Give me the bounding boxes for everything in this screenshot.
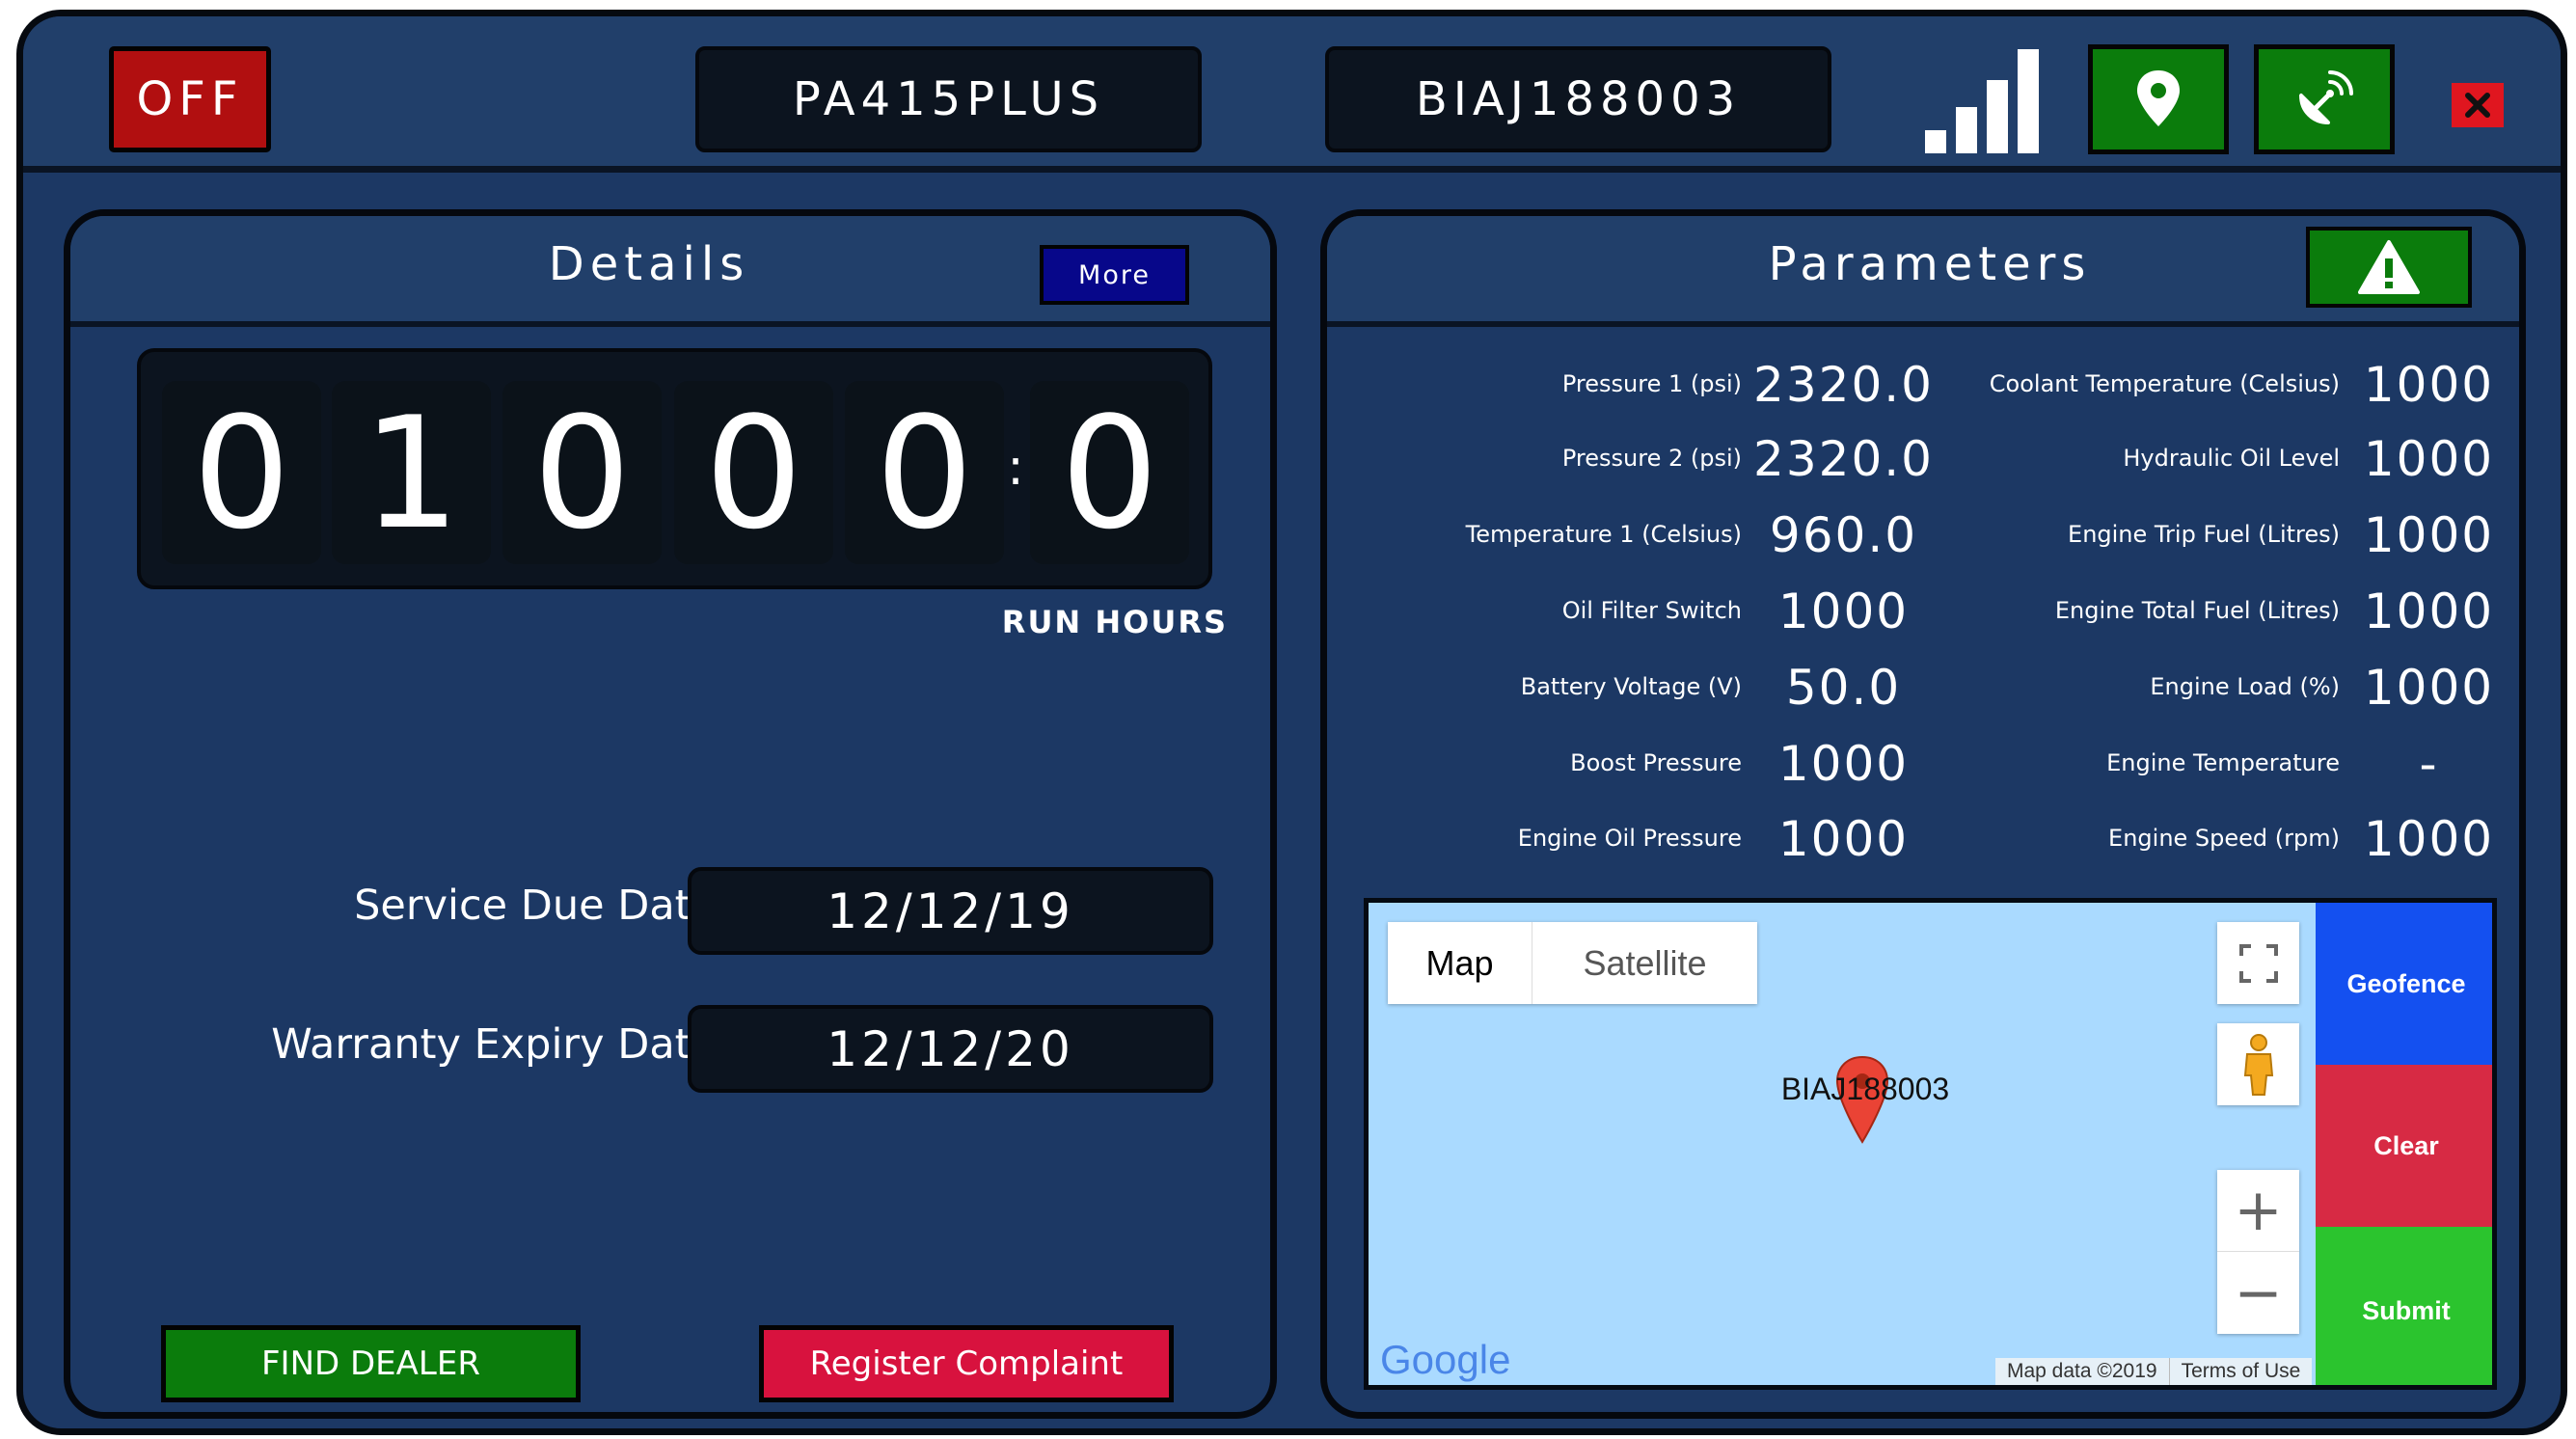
run-hours-digit: 0 [1030, 381, 1189, 564]
details-panel: Details More 0 1 0 0 0 : 0 RUN HOURS Ser… [64, 209, 1277, 1419]
run-hours-digit: 0 [162, 381, 321, 564]
param-value: 1000 [1777, 584, 1910, 639]
run-hours-counter: 0 1 0 0 0 : 0 [137, 348, 1212, 589]
parameters-title: Parameters [1768, 237, 2092, 291]
param-label: Oil Filter Switch [1561, 597, 1742, 624]
run-hours-digit: 0 [674, 381, 833, 564]
run-hours-digit: 0 [502, 381, 662, 564]
param-label: Engine Speed (rpm) [2108, 825, 2340, 852]
param-label: Engine Temperature [2106, 749, 2340, 776]
street-view-button[interactable] [2217, 1023, 2299, 1105]
map-data-text: Map data ©2019 [2007, 1360, 2157, 1382]
zoom-out-button[interactable]: − [2217, 1252, 2299, 1334]
satellite-dish-icon [2299, 70, 2353, 124]
param-value: 1000 [2363, 507, 2495, 563]
param-value: 2320.0 [1753, 357, 1934, 413]
satellite-button[interactable] [2254, 44, 2395, 154]
details-header: Details More [70, 216, 1270, 327]
map-view[interactable]: Map Satellite + − BIAJ188003 Google Map … [1364, 898, 2497, 1390]
param-value: 50.0 [1785, 660, 1902, 716]
param-value: 1000 [2363, 431, 2495, 487]
map-attribution: Map data ©2019 Terms of Use [1995, 1358, 2313, 1385]
satellite-tab[interactable]: Satellite [1532, 922, 1757, 1004]
param-label: Pressure 2 (psi) [1561, 445, 1742, 472]
digit-separator: : [1007, 439, 1024, 497]
param-label: Pressure 1 (psi) [1561, 370, 1742, 397]
param-value: 960.0 [1769, 507, 1918, 563]
power-off-button[interactable]: OFF [109, 46, 271, 152]
service-due-label: Service Due Date [354, 882, 717, 930]
param-value: 1000 [2363, 357, 2495, 413]
google-logo: Google [1380, 1337, 1511, 1382]
location-pin-icon [2137, 70, 2180, 126]
signal-icon [1923, 45, 2039, 153]
warning-icon [2358, 240, 2420, 294]
clear-button[interactable]: Clear [2316, 1065, 2492, 1227]
run-hours-label: RUN HOURS [1001, 604, 1228, 640]
service-due-value: 12/12/19 [688, 867, 1213, 955]
param-value: 1000 [2363, 584, 2495, 639]
run-hours-digit: 0 [845, 381, 1004, 564]
submit-button[interactable]: Submit [2316, 1227, 2492, 1385]
alert-button[interactable] [2306, 227, 2472, 308]
param-label: Engine Oil Pressure [1517, 825, 1742, 852]
param-label: Hydraulic Oil Level [2123, 445, 2340, 472]
location-button[interactable] [2088, 44, 2229, 154]
fullscreen-button[interactable] [2217, 922, 2299, 1004]
warranty-expiry-label: Warranty Expiry Date [271, 1020, 717, 1069]
map-type-toggle: Map Satellite [1388, 922, 1757, 1004]
run-hours-digit: 1 [332, 381, 491, 564]
geofence-button[interactable]: Geofence [2316, 903, 2492, 1065]
param-value: 1000 [1777, 811, 1910, 867]
param-label: Boost Pressure [1570, 749, 1742, 776]
register-complaint-button[interactable]: Register Complaint [759, 1325, 1174, 1402]
param-value: 1000 [2363, 660, 2495, 716]
app-frame: OFF PA415PLUS BIAJ188003 Details More 0 … [16, 10, 2567, 1435]
param-label: Battery Voltage (V) [1520, 673, 1742, 700]
warranty-expiry-value: 12/12/20 [688, 1005, 1213, 1093]
param-value: - [2419, 736, 2439, 792]
top-bar: OFF PA415PLUS BIAJ188003 [23, 16, 2561, 173]
zoom-in-button[interactable]: + [2217, 1170, 2299, 1252]
more-button[interactable]: More [1040, 245, 1189, 305]
fullscreen-icon [2238, 943, 2278, 983]
marker-label: BIAJ188003 [1780, 1072, 1950, 1106]
model-display: PA415PLUS [695, 46, 1202, 152]
pegman-icon [2243, 1033, 2273, 1096]
param-value: 1000 [2363, 811, 2495, 867]
param-value: 2320.0 [1753, 431, 1934, 487]
param-label: Engine Load (%) [2150, 673, 2340, 700]
param-value: 1000 [1777, 736, 1910, 792]
param-label: Engine Total Fuel (Litres) [2054, 597, 2340, 624]
find-dealer-button[interactable]: FIND DEALER [161, 1325, 581, 1402]
parameters-header: Parameters [1327, 216, 2519, 327]
terms-of-use-link[interactable]: Terms of Use [2168, 1358, 2313, 1385]
map-tab[interactable]: Map [1388, 922, 1532, 1004]
serial-display: BIAJ188003 [1325, 46, 1831, 152]
zoom-controls: + − [2217, 1170, 2299, 1334]
param-label: Coolant Temperature (Celsius) [1989, 370, 2340, 397]
close-icon [2465, 93, 2490, 118]
parameters-panel: Parameters Pressure 1 (psi) 2320.0 Press… [1320, 209, 2526, 1419]
param-label: Temperature 1 (Celsius) [1465, 521, 1742, 548]
close-button[interactable] [2452, 83, 2504, 127]
details-title: Details [548, 237, 750, 291]
param-label: Engine Trip Fuel (Litres) [2068, 521, 2340, 548]
